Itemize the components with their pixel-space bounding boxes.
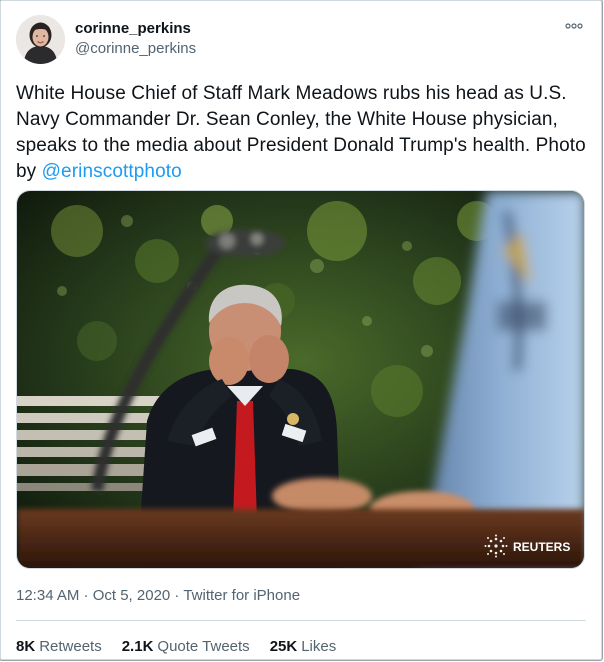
tweet-source[interactable]: Twitter for iPhone (183, 587, 300, 604)
avatar[interactable] (16, 15, 65, 64)
divider (16, 620, 586, 621)
likes-count: 25K (269, 638, 298, 655)
reuters-watermark: REUTERS (513, 540, 570, 554)
retweets-count: 8K (16, 638, 36, 655)
tweet-card: corinne_perkins @corinne_perkins White H… (0, 0, 602, 660)
tweet-meta: 12:34 AM · Oct 5, 2020 · Twitter for iPh… (16, 587, 300, 604)
avatar-photo-icon (16, 15, 65, 64)
tweet-text: White House Chief of Staff Mark Meadows … (16, 81, 591, 185)
quote-tweets-count: 2.1K (121, 638, 154, 655)
quote-tweets-label: Quote Tweets (157, 638, 250, 655)
likes-stat[interactable]: 25K Likes (270, 638, 337, 655)
more-options-icon[interactable] (565, 19, 583, 31)
mention-link[interactable]: @erinscottphoto (42, 161, 182, 182)
tweet-photo[interactable]: REUTERS (16, 190, 585, 569)
retweets-stat[interactable]: 8K Retweets (16, 638, 102, 655)
likes-label: Likes (301, 638, 337, 655)
author-handle[interactable]: @corinne_perkins (75, 40, 196, 57)
tweet-stats: 8K Retweets 2.1K Quote Tweets 25K Likes (16, 638, 336, 655)
author-display-name[interactable]: corinne_perkins (75, 20, 191, 37)
quote-tweets-stat[interactable]: 2.1K Quote Tweets (122, 638, 250, 655)
retweets-label: Retweets (39, 638, 102, 655)
tweet-timestamp[interactable]: 12:34 AM · Oct 5, 2020 · (16, 587, 183, 604)
press-briefing-photo: REUTERS (17, 191, 584, 568)
